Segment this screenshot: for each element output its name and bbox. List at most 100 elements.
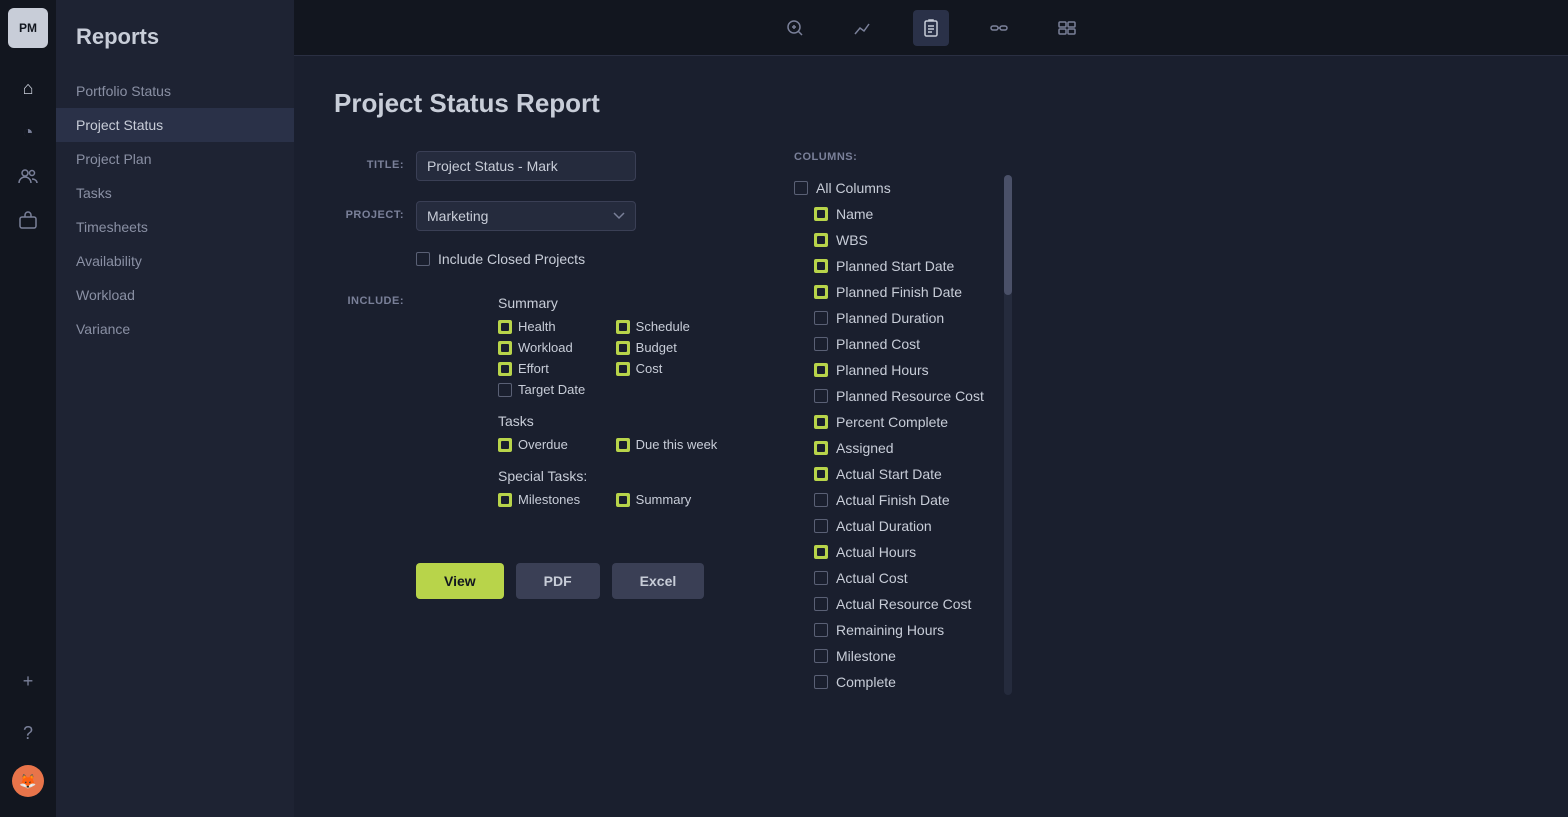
remaining-hours-checkbox[interactable] <box>814 623 828 637</box>
col-planned-hours[interactable]: Planned Hours <box>794 357 984 383</box>
planned-duration-checkbox[interactable] <box>814 311 828 325</box>
actual-cost-checkbox[interactable] <box>814 571 828 585</box>
add-icon[interactable]: + <box>8 661 48 701</box>
planned-start-date-label: Planned Start Date <box>836 258 954 274</box>
actual-start-date-checkbox[interactable] <box>814 467 828 481</box>
col-planned-start-date[interactable]: Planned Start Date <box>794 253 984 279</box>
schedule-label: Schedule <box>636 319 690 334</box>
col-planned-duration[interactable]: Planned Duration <box>794 305 984 331</box>
col-planned-cost[interactable]: Planned Cost <box>794 331 984 357</box>
wbs-checkbox[interactable] <box>814 233 828 247</box>
pdf-button[interactable]: PDF <box>516 563 600 599</box>
col-actual-duration[interactable]: Actual Duration <box>794 513 984 539</box>
actual-hours-checkbox[interactable] <box>814 545 828 559</box>
include-target-date[interactable]: Target Date <box>498 382 600 397</box>
planned-resource-cost-checkbox[interactable] <box>814 389 828 403</box>
all-columns-checkbox[interactable] <box>794 181 808 195</box>
col-remaining-hours[interactable]: Remaining Hours <box>794 617 984 643</box>
col-planned-finish-date[interactable]: Planned Finish Date <box>794 279 984 305</box>
col-actual-cost[interactable]: Actual Cost <box>794 565 984 591</box>
include-effort[interactable]: Effort <box>498 361 600 376</box>
include-milestones[interactable]: Milestones <box>498 492 600 507</box>
app-logo[interactable]: PM <box>8 8 48 48</box>
include-closed-row[interactable]: Include Closed Projects <box>416 251 754 267</box>
due-this-week-checkbox[interactable] <box>616 438 630 452</box>
include-overdue[interactable]: Overdue <box>498 437 600 452</box>
milestones-checkbox[interactable] <box>498 493 512 507</box>
include-schedule[interactable]: Schedule <box>616 319 718 334</box>
help-icon[interactable]: ? <box>8 713 48 753</box>
sidebar-item-workload[interactable]: Workload <box>56 278 294 312</box>
include-summary[interactable]: Summary <box>616 492 718 507</box>
actual-cost-label: Actual Cost <box>836 570 908 586</box>
tasks-section-label: Tasks <box>498 413 717 429</box>
percent-complete-checkbox[interactable] <box>814 415 828 429</box>
home-icon[interactable]: ⌂ <box>8 68 48 108</box>
clipboard-toolbar-icon[interactable] <box>913 10 949 46</box>
columns-scrollbar[interactable] <box>1004 175 1012 695</box>
col-percent-complete[interactable]: Percent Complete <box>794 409 984 435</box>
include-health[interactable]: Health <box>498 319 600 334</box>
col-actual-hours[interactable]: Actual Hours <box>794 539 984 565</box>
workload-checkbox[interactable] <box>498 341 512 355</box>
col-wbs[interactable]: WBS <box>794 227 984 253</box>
chart-toolbar-icon[interactable] <box>845 10 881 46</box>
briefcase-icon[interactable] <box>8 200 48 240</box>
planned-hours-checkbox[interactable] <box>814 363 828 377</box>
milestone-checkbox[interactable] <box>814 649 828 663</box>
col-actual-finish-date[interactable]: Actual Finish Date <box>794 487 984 513</box>
view-button[interactable]: View <box>416 563 504 599</box>
people-icon[interactable] <box>8 156 48 196</box>
include-due-this-week[interactable]: Due this week <box>616 437 718 452</box>
sidebar-item-portfolio-status[interactable]: Portfolio Status <box>56 74 294 108</box>
summary-section-label: Summary <box>498 295 717 311</box>
sidebar-item-timesheets[interactable]: Timesheets <box>56 210 294 244</box>
col-name[interactable]: Name <box>794 201 984 227</box>
title-input[interactable] <box>416 151 636 181</box>
target-date-checkbox[interactable] <box>498 383 512 397</box>
clock-icon[interactable]: ◔ <box>8 112 48 152</box>
assigned-checkbox[interactable] <box>814 441 828 455</box>
planned-start-date-checkbox[interactable] <box>814 259 828 273</box>
col-assigned[interactable]: Assigned <box>794 435 984 461</box>
col-actual-resource-cost[interactable]: Actual Resource Cost <box>794 591 984 617</box>
overdue-checkbox[interactable] <box>498 438 512 452</box>
actual-duration-checkbox[interactable] <box>814 519 828 533</box>
excel-button[interactable]: Excel <box>612 563 705 599</box>
sidebar-item-tasks[interactable]: Tasks <box>56 176 294 210</box>
avatar[interactable]: 🦊 <box>12 765 44 797</box>
planned-cost-checkbox[interactable] <box>814 337 828 351</box>
layout-toolbar-icon[interactable] <box>1049 10 1085 46</box>
cost-checkbox[interactable] <box>616 362 630 376</box>
effort-checkbox[interactable] <box>498 362 512 376</box>
include-budget[interactable]: Budget <box>616 340 718 355</box>
include-cost[interactable]: Cost <box>616 361 718 376</box>
search-zoom-toolbar-icon[interactable] <box>777 10 813 46</box>
sidebar-item-variance[interactable]: Variance <box>56 312 294 346</box>
page-title: Project Status Report <box>334 88 1528 119</box>
sidebar-item-availability[interactable]: Availability <box>56 244 294 278</box>
actual-duration-label: Actual Duration <box>836 518 932 534</box>
col-milestone[interactable]: Milestone <box>794 643 984 669</box>
col-planned-resource-cost[interactable]: Planned Resource Cost <box>794 383 984 409</box>
col-actual-start-date[interactable]: Actual Start Date <box>794 461 984 487</box>
health-checkbox[interactable] <box>498 320 512 334</box>
actual-finish-date-checkbox[interactable] <box>814 493 828 507</box>
include-workload[interactable]: Workload <box>498 340 600 355</box>
name-checkbox[interactable] <box>814 207 828 221</box>
include-closed-checkbox[interactable] <box>416 252 430 266</box>
link-toolbar-icon[interactable] <box>981 10 1017 46</box>
planned-finish-date-checkbox[interactable] <box>814 285 828 299</box>
sidebar-item-project-plan[interactable]: Project Plan <box>56 142 294 176</box>
col-complete[interactable]: Complete <box>794 669 984 695</box>
actual-resource-cost-checkbox[interactable] <box>814 597 828 611</box>
summary-checkbox[interactable] <box>616 493 630 507</box>
schedule-checkbox[interactable] <box>616 320 630 334</box>
complete-checkbox[interactable] <box>814 675 828 689</box>
actual-resource-cost-label: Actual Resource Cost <box>836 596 971 612</box>
budget-checkbox[interactable] <box>616 341 630 355</box>
sidebar-item-project-status[interactable]: Project Status <box>56 108 294 142</box>
project-select[interactable]: Marketing Development Design Operations <box>416 201 636 231</box>
col-all-columns[interactable]: All Columns <box>794 175 984 201</box>
actual-hours-label: Actual Hours <box>836 544 916 560</box>
